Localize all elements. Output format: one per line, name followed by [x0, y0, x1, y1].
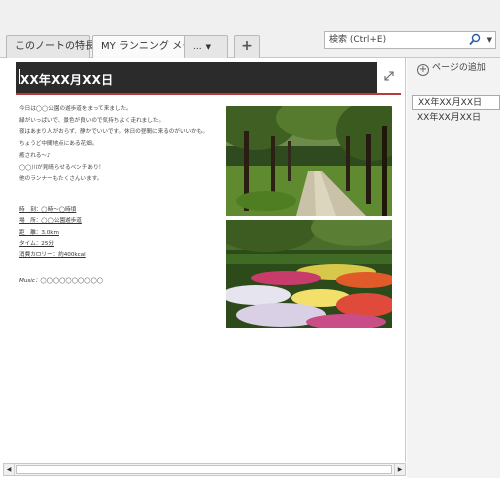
- scroll-right-icon[interactable]: ▶: [394, 464, 405, 475]
- search-input[interactable]: 検索 (Ctrl+E) ▼: [324, 31, 496, 49]
- body-line: 他のランナーもたくさんいます。: [19, 176, 103, 183]
- chevron-down-icon: ▼: [205, 43, 211, 51]
- note-body[interactable]: 今日は◯◯公園の遊歩道をまって来ました。 緑がいっぱいで、景色が良いので気持ちよ…: [19, 104, 229, 186]
- flower-garden-photo[interactable]: [226, 220, 392, 328]
- body-line: ◯◯川が見晴らせるベンチあり！: [19, 164, 105, 171]
- add-section-button[interactable]: +: [234, 35, 260, 58]
- page-list-item[interactable]: XX年XX月XX日: [412, 111, 500, 126]
- body-line: 癒される〜♪: [19, 152, 51, 159]
- music-label: Music：: [19, 278, 41, 284]
- title-underline: [16, 93, 401, 95]
- magnifier-icon[interactable]: [469, 33, 481, 47]
- add-page-label: ページの追加: [432, 63, 486, 73]
- bottom-strip: [0, 478, 500, 500]
- search-scope-chevron-icon[interactable]: ▼: [487, 32, 492, 48]
- body-line: ちょうど中間地点にある花畑。: [19, 141, 98, 148]
- page-list-item-selected[interactable]: XX年XX月XX日: [412, 95, 500, 110]
- tab-more-sections[interactable]: ... ▼: [184, 35, 228, 58]
- scroll-left-icon[interactable]: ◀: [4, 464, 15, 475]
- stat-time: 時 刻：◯時〜◯時頃: [19, 207, 77, 213]
- add-page-button[interactable]: + ページの追加: [417, 60, 486, 76]
- stat-calories: 消費カロリー：約400kcal: [19, 252, 86, 259]
- run-stats[interactable]: 時 刻：◯時〜◯時頃 場 所：◯◯公園遊歩道 距 離：3.0km タイム：25分…: [19, 205, 219, 261]
- body-line: 緑がいっぱいで、景色が良いので気持ちよく走れました。: [19, 117, 165, 124]
- plus-circle-icon: +: [417, 64, 429, 76]
- expand-icon[interactable]: [377, 62, 401, 93]
- search-placeholder: 検索 (Ctrl+E): [329, 35, 387, 45]
- page-title-bar[interactable]: XX年XX月XX日: [16, 62, 401, 93]
- body-line: 夜はあまり人がおらず、静かでいいです。休日の昼間に来るのがいいかも。: [19, 129, 208, 136]
- music-line[interactable]: Music：◯◯◯◯◯◯◯◯◯◯: [19, 276, 103, 284]
- body-line: 今日は◯◯公園の遊歩道をまって来ました。: [19, 106, 132, 112]
- park-path-photo[interactable]: [226, 106, 392, 216]
- tab-notebook-features[interactable]: このノートの特長: [6, 35, 95, 58]
- scrollbar-thumb[interactable]: [16, 465, 392, 474]
- stat-distance: 距 離：3.0km: [19, 229, 59, 236]
- page-list-pane: + ページの追加 XX年XX月XX日 XX年XX月XX日: [407, 58, 500, 478]
- page-canvas[interactable]: XX年XX月XX日 今日は◯◯公園の遊歩道をまって来ました。 緑がいっぱいで、景…: [0, 58, 406, 462]
- more-sections-label: ...: [193, 42, 202, 52]
- stat-duration: タイム：25分: [19, 240, 54, 247]
- page-title[interactable]: XX年XX月XX日: [20, 71, 113, 88]
- window-top-strip: [0, 0, 500, 22]
- stat-place: 場 所：◯◯公園遊歩道: [19, 218, 82, 225]
- horizontal-scrollbar[interactable]: ◀ ▶: [3, 463, 406, 476]
- music-value: ◯◯◯◯◯◯◯◯◯◯: [40, 278, 104, 284]
